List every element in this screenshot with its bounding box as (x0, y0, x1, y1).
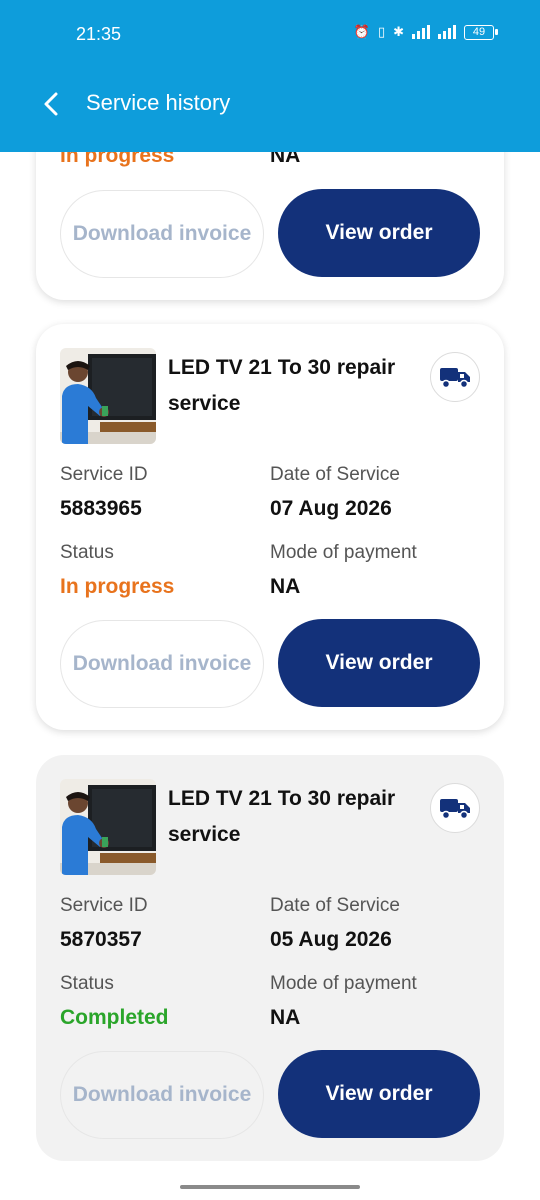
view-order-label: View order (325, 1082, 433, 1105)
delivery-truck-icon (430, 352, 480, 402)
date-of-service-label: Date of Service (270, 895, 400, 916)
status-icons: ⏰ ▯ ✱ 49 (353, 24, 498, 40)
view-order-label: View order (325, 221, 433, 244)
payment-mode-value: NA (270, 575, 301, 598)
payment-mode-label: Mode of payment (270, 973, 417, 994)
service-list: In progress NA Download invoice View ord… (0, 0, 540, 1200)
download-invoice-label: Download invoice (72, 652, 252, 675)
status-label: Status (60, 542, 114, 563)
view-order-button[interactable]: View order (278, 1050, 480, 1138)
status-label: Status (60, 973, 114, 994)
top-app-bar: Service history (0, 80, 540, 128)
delivery-truck-icon (430, 783, 480, 833)
download-invoice-button[interactable]: Download invoice (60, 1051, 264, 1139)
vibrate-icon: ▯ (377, 24, 386, 39)
download-invoice-button[interactable]: Download invoice (60, 620, 264, 708)
bluetooth-icon: ✱ (393, 24, 404, 39)
alarm-icon: ⏰ (353, 24, 370, 39)
signal-icon (438, 25, 456, 39)
service-title: LED TV 21 To 30 repair service (168, 356, 396, 415)
download-invoice-button[interactable]: Download invoice (60, 190, 264, 278)
view-order-button[interactable]: View order (278, 619, 480, 707)
status-time: 21:35 (76, 24, 122, 44)
download-invoice-label: Download invoice (72, 1083, 252, 1106)
status-value: In progress (60, 575, 175, 598)
service-id-label: Service ID (60, 464, 148, 485)
service-thumbnail (60, 348, 156, 444)
battery-icon: 49 (464, 24, 498, 40)
service-id-value: 5870357 (60, 928, 142, 951)
date-of-service-label: Date of Service (270, 464, 400, 485)
service-id-value: 5883965 (60, 497, 142, 520)
back-arrow-icon[interactable] (40, 90, 64, 118)
date-of-service-value: 05 Aug 2026 (270, 928, 392, 951)
service-card: LED TV 21 To 30 repair service Service I… (36, 755, 504, 1161)
app-header: 21:35 ⏰ ▯ ✱ 49 Service history (0, 0, 540, 152)
service-title: LED TV 21 To 30 repair service (168, 787, 396, 846)
download-invoice-label: Download invoice (72, 222, 252, 245)
view-order-label: View order (325, 651, 433, 674)
service-id-label: Service ID (60, 895, 148, 916)
signal-icon (412, 25, 430, 39)
status-value: Completed (60, 1006, 169, 1029)
payment-mode-label: Mode of payment (270, 542, 417, 563)
page-title: Service history (86, 90, 231, 115)
date-of-service-value: 07 Aug 2026 (270, 497, 392, 520)
service-card: LED TV 21 To 30 repair service Service I… (36, 324, 504, 730)
status-bar: 21:35 ⏰ ▯ ✱ 49 (0, 0, 540, 68)
service-thumbnail (60, 779, 156, 875)
view-order-button[interactable]: View order (278, 189, 480, 277)
battery-level: 49 (472, 26, 486, 38)
payment-mode-value: NA (270, 1006, 301, 1029)
home-indicator[interactable] (180, 1185, 360, 1189)
